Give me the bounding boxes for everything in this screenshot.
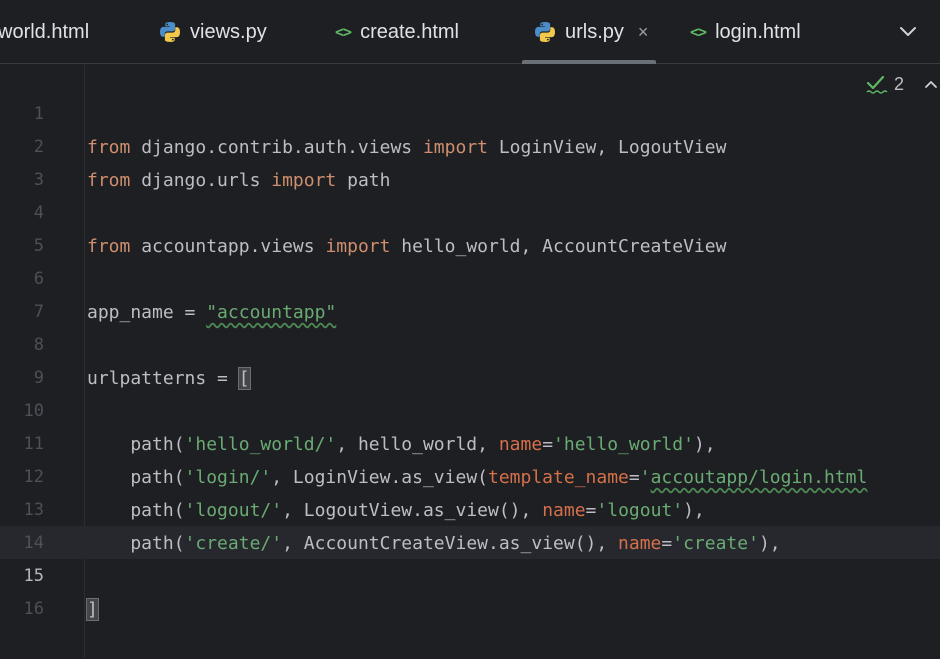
python-icon (534, 21, 556, 43)
code-line: 16 (0, 560, 940, 619)
tab-label: views.py (190, 20, 267, 43)
code-line: 12 path('logout/', LogoutView.as_view(),… (0, 428, 940, 521)
tab-label: create.html (360, 20, 459, 43)
code-line: 7 (0, 263, 940, 322)
chevron-down-icon (900, 27, 916, 36)
tab-label: login.html (715, 20, 801, 43)
tab-views-py[interactable]: views.py (159, 0, 267, 64)
tab-urls-py[interactable]: urls.py × (521, 0, 657, 64)
html-icon: <> (335, 23, 352, 41)
code-line: 3 (0, 131, 940, 190)
code-line: 4 from accountapp.views import hello_wor… (0, 164, 940, 257)
tab-login-html[interactable]: <> login.html (690, 0, 801, 64)
line-number: 16 (23, 599, 44, 619)
close-icon[interactable]: × (638, 22, 649, 43)
tab-world-html[interactable]: world.html (0, 0, 89, 64)
code-line: 6 app_name = "accountapp" (0, 230, 940, 323)
tab-label: urls.py (565, 20, 624, 43)
code-line: 14 (0, 494, 940, 553)
code-line: 8 urlpatterns = [ (0, 296, 940, 390)
editor-tab-bar: world.html views.py <> create.html urls.… (0, 0, 940, 64)
python-icon (159, 21, 181, 43)
code-line: 5 (0, 197, 940, 256)
code-line: 1 from django.contrib.auth.views import … (0, 65, 940, 158)
tab-label: world.html (0, 20, 90, 43)
tab-create-html[interactable]: <> create.html (335, 0, 459, 64)
code-line: 2 from django.urls import path (0, 98, 940, 191)
code-line-current: 15 ] (0, 527, 940, 621)
code-editor[interactable]: 2 1 from django.contrib.auth.views impor… (0, 65, 940, 658)
code-text[interactable]: ] (86, 593, 99, 626)
code-line: 9 (0, 329, 940, 388)
code-line: 13 path('create/', AccountCreateView.as_… (0, 461, 940, 554)
matched-bracket: ] (86, 598, 99, 621)
code-line: 11 path('login/', LoginView.as_view(temp… (0, 395, 940, 488)
html-icon: <> (690, 23, 707, 41)
code-line: 10 path('hello_world/', hello_world, nam… (0, 362, 940, 455)
tab-list-dropdown-button[interactable] (897, 20, 919, 42)
